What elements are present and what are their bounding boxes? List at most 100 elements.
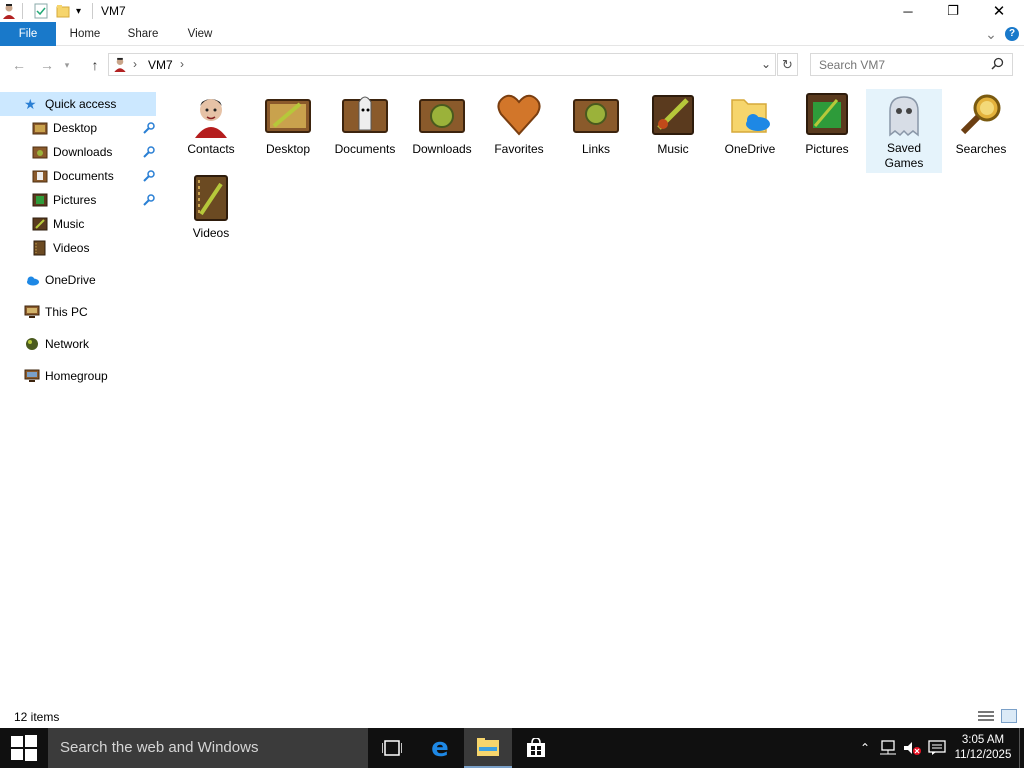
- nav-quick-access-label: Quick access: [45, 97, 117, 111]
- item-count: 12 items: [14, 710, 60, 724]
- minimize-icon: ─: [903, 3, 913, 19]
- nav-pictures[interactable]: Pictures: [0, 188, 156, 212]
- back-button[interactable]: ←: [8, 54, 30, 76]
- up-button[interactable]: ↑: [84, 54, 106, 76]
- nav-documents[interactable]: Documents: [0, 164, 156, 188]
- customize-qa-icon[interactable]: ▾: [76, 3, 81, 19]
- search-icon[interactable]: [991, 57, 1004, 73]
- nav-pictures-label: Pictures: [53, 193, 97, 207]
- downloads-folder-icon: [32, 144, 48, 160]
- show-hidden-icons-button[interactable]: ⌃: [856, 728, 874, 768]
- nav-onedrive[interactable]: OneDrive: [0, 268, 156, 292]
- nav-this-pc[interactable]: This PC: [0, 300, 156, 324]
- refresh-button[interactable]: ↻: [777, 53, 798, 76]
- new-folder-icon[interactable]: [56, 3, 70, 19]
- breadcrumb-separator-2[interactable]: ›: [180, 57, 184, 71]
- folder-item[interactable]: Favorites: [481, 90, 557, 172]
- nav-onedrive-label: OneDrive: [45, 273, 96, 287]
- folder-item[interactable]: Pictures: [789, 90, 865, 172]
- search-box[interactable]: [810, 53, 1013, 76]
- properties-icon[interactable]: [34, 3, 48, 19]
- close-button[interactable]: ✕: [976, 0, 1022, 22]
- volume-muted-icon[interactable]: [902, 728, 924, 768]
- onedrive-cloud-icon: [24, 272, 40, 288]
- folder-item[interactable]: Documents: [327, 90, 403, 172]
- taskbar-search-box[interactable]: Search the web and Windows: [48, 728, 368, 768]
- homegroup-icon: [24, 368, 40, 384]
- tab-view[interactable]: View: [178, 22, 222, 46]
- folder-item[interactable]: Desktop: [250, 90, 326, 172]
- expand-ribbon-icon[interactable]: ⌄: [980, 22, 1002, 46]
- nav-videos[interactable]: Videos: [0, 236, 156, 260]
- start-button[interactable]: [0, 728, 48, 768]
- tab-share[interactable]: Share: [120, 22, 166, 46]
- folder-item[interactable]: Searches: [943, 90, 1019, 172]
- pin-icon[interactable]: [142, 169, 156, 183]
- folder-item[interactable]: OneDrive: [712, 90, 788, 172]
- folder-item[interactable]: Links: [558, 90, 634, 172]
- clock[interactable]: 3:05 AM 11/12/2025: [950, 728, 1016, 768]
- title-bar: ▾ VM7 ─ ❐ ✕: [0, 0, 1024, 22]
- folder-item-selected[interactable]: Saved Games: [866, 89, 942, 173]
- address-bar[interactable]: › VM7 › ⌄: [108, 53, 776, 76]
- breadcrumb-separator-1[interactable]: ›: [133, 57, 137, 71]
- item-label: Contacts: [187, 142, 235, 156]
- nav-quick-access[interactable]: ★ Quick access: [0, 92, 156, 116]
- folder-item[interactable]: Contacts: [173, 90, 249, 172]
- tab-file[interactable]: File: [0, 22, 56, 46]
- breadcrumb-vm7[interactable]: VM7: [148, 58, 173, 72]
- desktop-folder-icon: [264, 90, 312, 138]
- chevron-down-icon: ▾: [64, 59, 70, 70]
- item-label: Searches: [955, 142, 1007, 156]
- item-label: Links: [581, 142, 610, 156]
- nav-desktop[interactable]: Desktop: [0, 116, 156, 140]
- nav-homegroup[interactable]: Homegroup: [0, 364, 156, 388]
- pin-icon[interactable]: [142, 121, 156, 135]
- address-row: ← → ▾ ↑ › VM7 › ⌄ ↻: [0, 50, 1024, 80]
- videos-folder-icon: [187, 174, 235, 222]
- action-center-icon[interactable]: [926, 728, 948, 768]
- help-icon[interactable]: ?: [1005, 27, 1019, 41]
- nav-homegroup-label: Homegroup: [45, 369, 108, 383]
- pin-icon[interactable]: [142, 145, 156, 159]
- store-button[interactable]: [512, 728, 560, 768]
- desktop-folder-icon: [32, 120, 48, 136]
- large-icons-view-icon[interactable]: [1001, 709, 1017, 723]
- forward-button[interactable]: →: [36, 54, 58, 76]
- refresh-icon: ↻: [782, 56, 793, 72]
- nav-downloads[interactable]: Downloads: [0, 140, 156, 164]
- store-icon: [527, 738, 545, 757]
- file-explorer-button[interactable]: [464, 728, 512, 768]
- task-view-button[interactable]: [368, 728, 416, 768]
- address-dropdown-icon[interactable]: ⌄: [761, 57, 771, 71]
- edge-icon: e: [431, 733, 449, 763]
- details-view-icon[interactable]: [978, 710, 994, 725]
- nav-music[interactable]: Music: [0, 212, 156, 236]
- edge-button[interactable]: e: [416, 728, 464, 768]
- show-desktop-button[interactable]: [1019, 728, 1020, 768]
- ribbon-tabs: File Home Share View ⌄ ?: [0, 22, 1024, 46]
- folder-item[interactable]: Music: [635, 90, 711, 172]
- documents-folder-icon: [341, 90, 389, 138]
- status-bar: 12 items: [0, 706, 1024, 728]
- nav-music-label: Music: [53, 217, 85, 231]
- searches-magnifier-icon: [957, 90, 1005, 138]
- item-label: OneDrive: [724, 142, 776, 156]
- search-input[interactable]: [811, 54, 981, 75]
- network-tray-icon[interactable]: [878, 728, 900, 768]
- recent-locations-button[interactable]: ▾: [60, 54, 74, 76]
- nav-videos-label: Videos: [53, 241, 90, 255]
- item-label: Pictures: [805, 142, 849, 156]
- contacts-icon: [187, 90, 235, 138]
- videos-folder-icon: [32, 240, 48, 256]
- maximize-button[interactable]: ❐: [930, 0, 976, 22]
- nav-network[interactable]: Network: [0, 332, 156, 356]
- tab-home[interactable]: Home: [62, 22, 108, 46]
- downloads-folder-icon: [418, 90, 466, 138]
- folder-item[interactable]: Downloads: [404, 90, 480, 172]
- music-folder-icon: [649, 90, 697, 138]
- pin-icon[interactable]: [142, 193, 156, 207]
- minimize-button[interactable]: ─: [885, 0, 931, 22]
- folder-item[interactable]: Videos: [173, 174, 249, 240]
- qa-divider: [22, 3, 23, 19]
